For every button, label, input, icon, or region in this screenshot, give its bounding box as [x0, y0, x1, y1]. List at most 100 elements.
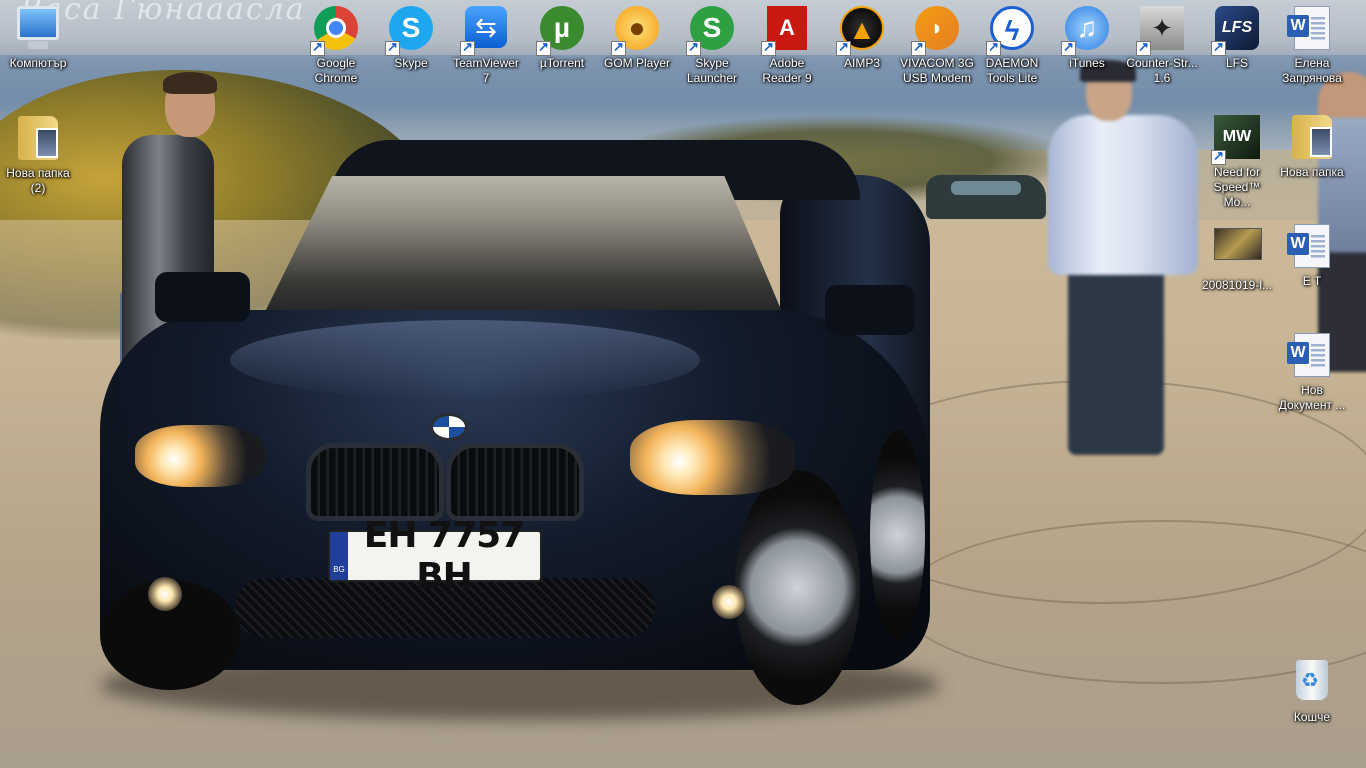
- chrome-icon: [310, 6, 360, 56]
- desktop-icon-counter-strike[interactable]: ✦ Counter-Str... 1.6: [1124, 0, 1200, 86]
- desktop-icon-new-folder[interactable]: Нова папка: [1274, 109, 1350, 180]
- icon-label: AIMP3: [843, 56, 880, 70]
- shortcut-arrow-icon: [460, 39, 475, 56]
- icon-label: Skype: [394, 56, 428, 70]
- icon-label: TeamViewer 7: [453, 56, 519, 85]
- nfs-most-wanted-icon: MW: [1211, 115, 1261, 165]
- plate-country-code: BG: [330, 532, 348, 580]
- icon-label: Google Chrome: [314, 56, 358, 85]
- aimp-icon: ▲: [836, 6, 886, 56]
- shortcut-arrow-icon: [1061, 39, 1076, 56]
- wallpaper-background-car: [926, 175, 1046, 219]
- desktop-icon-google-chrome[interactable]: Google Chrome: [298, 0, 374, 86]
- gom-player-icon: ●: [611, 6, 661, 56]
- icon-label: Нов Документ ...: [1278, 383, 1346, 412]
- car-grille-left: [306, 443, 444, 521]
- wallpaper-person-left: [163, 72, 217, 94]
- desktop-icon-elena-document[interactable]: Елена Запрянова: [1274, 0, 1350, 86]
- icon-label: Adobe Reader 9: [762, 56, 812, 85]
- folder-icon: [1288, 115, 1336, 163]
- shortcut-arrow-icon: [836, 39, 851, 56]
- shortcut-arrow-icon: [310, 39, 325, 56]
- desktop-icon-computer[interactable]: Компютър: [0, 0, 76, 71]
- desktop-icon-itunes[interactable]: ♫ iTunes: [1049, 0, 1125, 71]
- desktop-icon-vivacom[interactable]: ◗ VIVACOM 3G USB Modem: [899, 0, 975, 86]
- desktop-wallpaper: BG EH 7757 BH Васa Гюнааасла: [0, 0, 1366, 768]
- word-document-icon: [1287, 224, 1336, 272]
- shortcut-arrow-icon: [1211, 39, 1226, 56]
- computer-icon: [14, 6, 62, 54]
- daemon-tools-icon: ϟ: [986, 6, 1036, 56]
- shortcut-arrow-icon: [385, 39, 400, 56]
- desktop-icon-daemon-tools[interactable]: ϟ DAEMON Tools Lite: [974, 0, 1050, 86]
- car-foglight-right: [712, 585, 746, 619]
- icon-label: iTunes: [1069, 56, 1105, 70]
- skype-icon: S: [385, 6, 435, 56]
- recycle-bin-icon: [1288, 660, 1336, 708]
- desktop-icon-et-document[interactable]: E T: [1274, 218, 1350, 289]
- car-foglight-left: [148, 577, 182, 611]
- car-windshield: [258, 176, 788, 326]
- shortcut-arrow-icon: [1136, 39, 1151, 56]
- icon-label: DAEMON Tools Lite: [985, 56, 1039, 85]
- icon-label: Counter-Str... 1.6: [1126, 56, 1198, 85]
- car-grille-right: [446, 443, 584, 521]
- shortcut-arrow-icon: [986, 39, 1001, 56]
- license-plate: BG EH 7757 BH: [328, 515, 542, 597]
- icon-label: Need for Speed™ Mo...: [1213, 165, 1261, 209]
- word-document-icon: [1287, 333, 1336, 381]
- teamviewer-icon: ⇆: [460, 6, 510, 56]
- icon-label: LFS: [1225, 56, 1248, 70]
- desktop-icon-nfs-most-wanted[interactable]: MW Need for Speed™ Mo...: [1199, 109, 1275, 210]
- wallpaper-person-walking: [1048, 115, 1198, 275]
- shortcut-arrow-icon: [611, 39, 626, 56]
- desktop-icon-photo[interactable]: 20081019-l...: [1199, 218, 1275, 293]
- desktop-icon-teamviewer[interactable]: ⇆ TeamViewer 7: [448, 0, 524, 86]
- desktop-icon-adobe-reader[interactable]: A Adobe Reader 9: [749, 0, 825, 86]
- image-file-icon: [1213, 228, 1262, 276]
- shortcut-arrow-icon: [911, 39, 926, 56]
- wallpaper-person-walking: [1068, 260, 1164, 455]
- desktop-icon-new-document[interactable]: Нов Документ ...: [1274, 327, 1350, 413]
- icon-label: 20081019-l...: [1201, 278, 1273, 292]
- shortcut-arrow-icon: [686, 39, 701, 56]
- word-document-icon: [1287, 6, 1336, 54]
- shortcut-arrow-icon: [1211, 148, 1226, 165]
- car-emblem: [430, 413, 468, 441]
- adobe-reader-icon: A: [761, 6, 811, 56]
- lfs-icon: LFS: [1211, 6, 1261, 56]
- icon-label: Кошче: [1293, 710, 1331, 724]
- car-hood: [230, 320, 700, 400]
- icon-label: Компютър: [9, 56, 67, 70]
- plate-number: EH 7757 BH: [363, 515, 525, 597]
- icon-label: GOM Player: [603, 56, 670, 70]
- folder-icon: [14, 116, 62, 164]
- desktop-icon-gom-player[interactable]: ● GOM Player: [599, 0, 675, 71]
- skype-launcher-icon: S: [686, 6, 736, 56]
- desktop-icon-utorrent[interactable]: µ µTorrent: [524, 0, 600, 71]
- desktop-icon-aimp3[interactable]: ▲ AIMP3: [824, 0, 900, 71]
- icon-label: Нова папка (2): [6, 166, 70, 195]
- shortcut-arrow-icon: [761, 39, 776, 56]
- icon-label: Елена Запрянова: [1282, 56, 1342, 85]
- icon-label: VIVACOM 3G USB Modem: [900, 56, 974, 85]
- car-wheel-front-right: [735, 470, 860, 705]
- desktop-icon-skype-launcher[interactable]: S Skype Launcher: [674, 0, 750, 86]
- counter-strike-icon: ✦: [1136, 6, 1186, 56]
- car-headlight-left: [135, 425, 265, 487]
- car-mirror-right: [825, 285, 915, 335]
- vivacom-icon: ◗: [911, 6, 961, 56]
- car-wheel-rear-right: [870, 430, 925, 640]
- desktop-icon-skype[interactable]: S Skype: [373, 0, 449, 71]
- car-headlight-right: [630, 420, 795, 495]
- desktop-icon-new-folder-2[interactable]: Нова папка (2): [0, 110, 76, 196]
- shortcut-arrow-icon: [536, 39, 551, 56]
- icon-label: µTorrent: [539, 56, 585, 70]
- icon-label: Skype Launcher: [686, 56, 738, 85]
- itunes-icon: ♫: [1061, 6, 1111, 56]
- utorrent-icon: µ: [536, 6, 586, 56]
- desktop-icon-recycle-bin[interactable]: Кошче: [1274, 654, 1350, 725]
- desktop-icon-lfs[interactable]: LFS LFS: [1199, 0, 1275, 71]
- icon-label: E T: [1302, 274, 1322, 288]
- car-mirror-left: [155, 272, 250, 322]
